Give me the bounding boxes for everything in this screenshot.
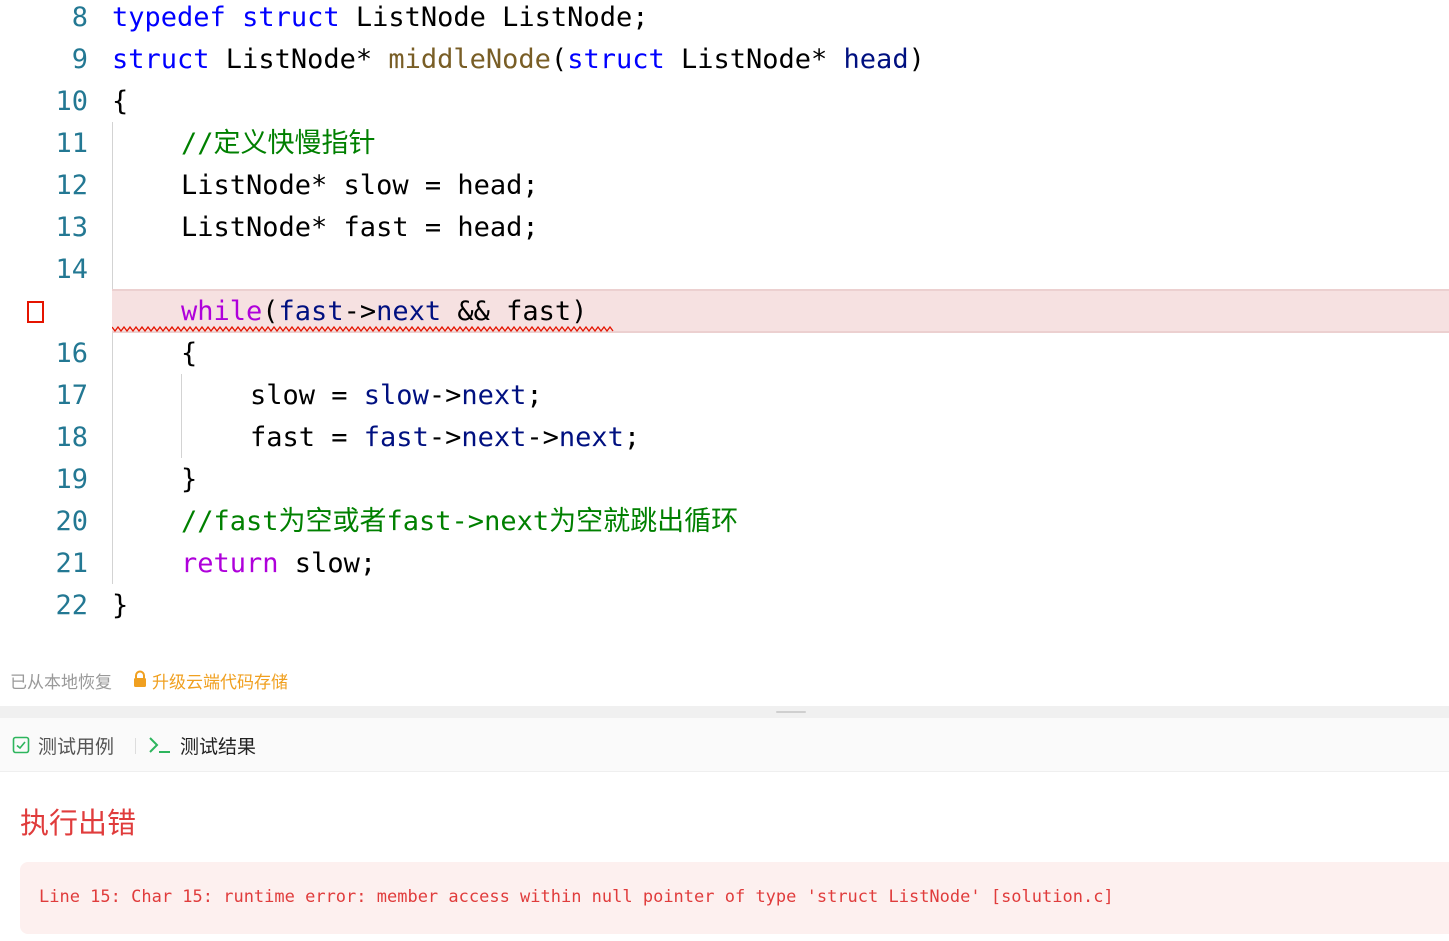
- code-token: middleNode: [388, 44, 551, 75]
- code-token: fast: [278, 296, 344, 327]
- code-token: head: [843, 44, 909, 75]
- line-number: 9: [71, 44, 88, 75]
- code-token: next: [558, 422, 624, 453]
- code-token: //fast为空或者fast->next为空就跳出循环: [181, 506, 739, 537]
- code-token: && fast): [441, 296, 588, 327]
- code-token: {: [181, 338, 198, 369]
- code-token: ->: [428, 380, 462, 411]
- code-token: while: [181, 296, 263, 327]
- line-number: 19: [55, 464, 88, 495]
- error-squiggle: [112, 326, 614, 332]
- tab-label: 测试结果: [180, 735, 257, 758]
- code-token: (: [262, 296, 279, 327]
- code-token: fast =: [250, 422, 364, 453]
- code-token: ListNode* slow = head;: [181, 170, 539, 201]
- code-token: struct: [567, 44, 665, 75]
- line-number: 14: [55, 254, 88, 285]
- line-number: 13: [55, 212, 88, 243]
- code-line[interactable]: typedef struct ListNode ListNode;: [112, 0, 648, 39]
- line-number: 12: [55, 170, 88, 201]
- code-line[interactable]: //fast为空或者fast->next为空就跳出循环: [181, 501, 738, 543]
- code-token: slow =: [250, 380, 364, 411]
- code-token: slow;: [278, 548, 377, 579]
- code-token: slow: [363, 380, 429, 411]
- line-number: 17: [55, 380, 88, 411]
- error-message: Line 15: Char 15: runtime error: member …: [39, 887, 1114, 907]
- code-token: (: [550, 44, 568, 75]
- code-token: return: [181, 548, 279, 579]
- code-token: struct: [242, 2, 340, 33]
- code-token: next: [461, 380, 527, 411]
- checkbox-icon: [12, 736, 30, 754]
- result-panel: 执行出错 Line 15: Char 15: runtime error: me…: [0, 772, 1449, 941]
- code-token: ListNode ListNode;: [339, 2, 649, 33]
- line-number: 10: [55, 86, 88, 117]
- restore-status: 已从本地恢复: [10, 673, 112, 693]
- code-line[interactable]: ListNode* fast = head;: [181, 207, 539, 249]
- code-line[interactable]: slow = slow->next;: [250, 375, 543, 417]
- code-token: }: [181, 464, 198, 495]
- code-token: ;: [526, 380, 543, 411]
- code-token: ListNode*: [209, 44, 389, 75]
- code-token: struct: [112, 44, 210, 75]
- line-number: 22: [55, 590, 88, 621]
- indent-guide: [181, 374, 182, 458]
- tab-label: 测试用例: [38, 735, 115, 758]
- tab-divider: [135, 738, 136, 754]
- splitter-grip[interactable]: [776, 711, 806, 713]
- code-editor[interactable]: 8 typedef struct ListNode ListNode; 9 struc…: [0, 0, 1449, 640]
- code-line[interactable]: {: [112, 81, 128, 123]
- line-number: 18: [55, 422, 88, 453]
- error-marker-icon[interactable]: [27, 301, 44, 323]
- code-line[interactable]: struct ListNode* middleNode(struct ListN…: [112, 39, 925, 81]
- code-line[interactable]: ListNode* slow = head;: [181, 165, 539, 207]
- code-line[interactable]: }: [181, 459, 197, 501]
- code-token: {: [112, 86, 129, 117]
- code-token: //定义快慢指针: [181, 128, 376, 159]
- code-token: next: [461, 422, 527, 453]
- line-number: 16: [55, 338, 88, 369]
- code-token: next: [376, 296, 442, 327]
- code-token: ->: [526, 422, 559, 453]
- restore-bar: 已从本地恢复 升级云端代码存储: [0, 660, 1449, 698]
- line-number: 11: [55, 128, 88, 159]
- code-token: ): [908, 44, 925, 75]
- code-token: ;: [623, 422, 641, 453]
- panel-splitter[interactable]: [0, 706, 1449, 718]
- code-token: ->: [428, 422, 462, 453]
- indent-guide: [112, 122, 113, 584]
- tab-test-cases[interactable]: 测试用例: [12, 718, 114, 772]
- code-token: ListNode* fast = head;: [181, 212, 539, 243]
- error-box: Line 15: Char 15: runtime error: member …: [20, 862, 1449, 934]
- terminal-icon: [148, 735, 172, 755]
- result-status: 执行出错: [20, 806, 137, 840]
- line-number: 21: [55, 548, 88, 579]
- lock-icon: [132, 670, 148, 688]
- code-token: ListNode*: [664, 44, 844, 75]
- tab-test-results[interactable]: 测试结果: [148, 718, 256, 772]
- line-number: 8: [71, 2, 88, 33]
- line-number: 20: [55, 506, 88, 537]
- code-line[interactable]: return slow;: [181, 543, 376, 585]
- upgrade-storage-link[interactable]: 升级云端代码存储: [152, 668, 288, 693]
- code-line[interactable]: {: [181, 333, 197, 375]
- code-token: }: [112, 590, 129, 621]
- code-line[interactable]: //定义快慢指针: [181, 123, 376, 165]
- code-line[interactable]: fast = fast->next->next;: [250, 417, 640, 459]
- code-token: ->: [343, 296, 377, 327]
- console-tabs: 测试用例 测试结果: [0, 718, 1449, 772]
- code-token: fast: [363, 422, 429, 453]
- code-token: typedef: [112, 2, 226, 33]
- code-line[interactable]: }: [112, 585, 128, 627]
